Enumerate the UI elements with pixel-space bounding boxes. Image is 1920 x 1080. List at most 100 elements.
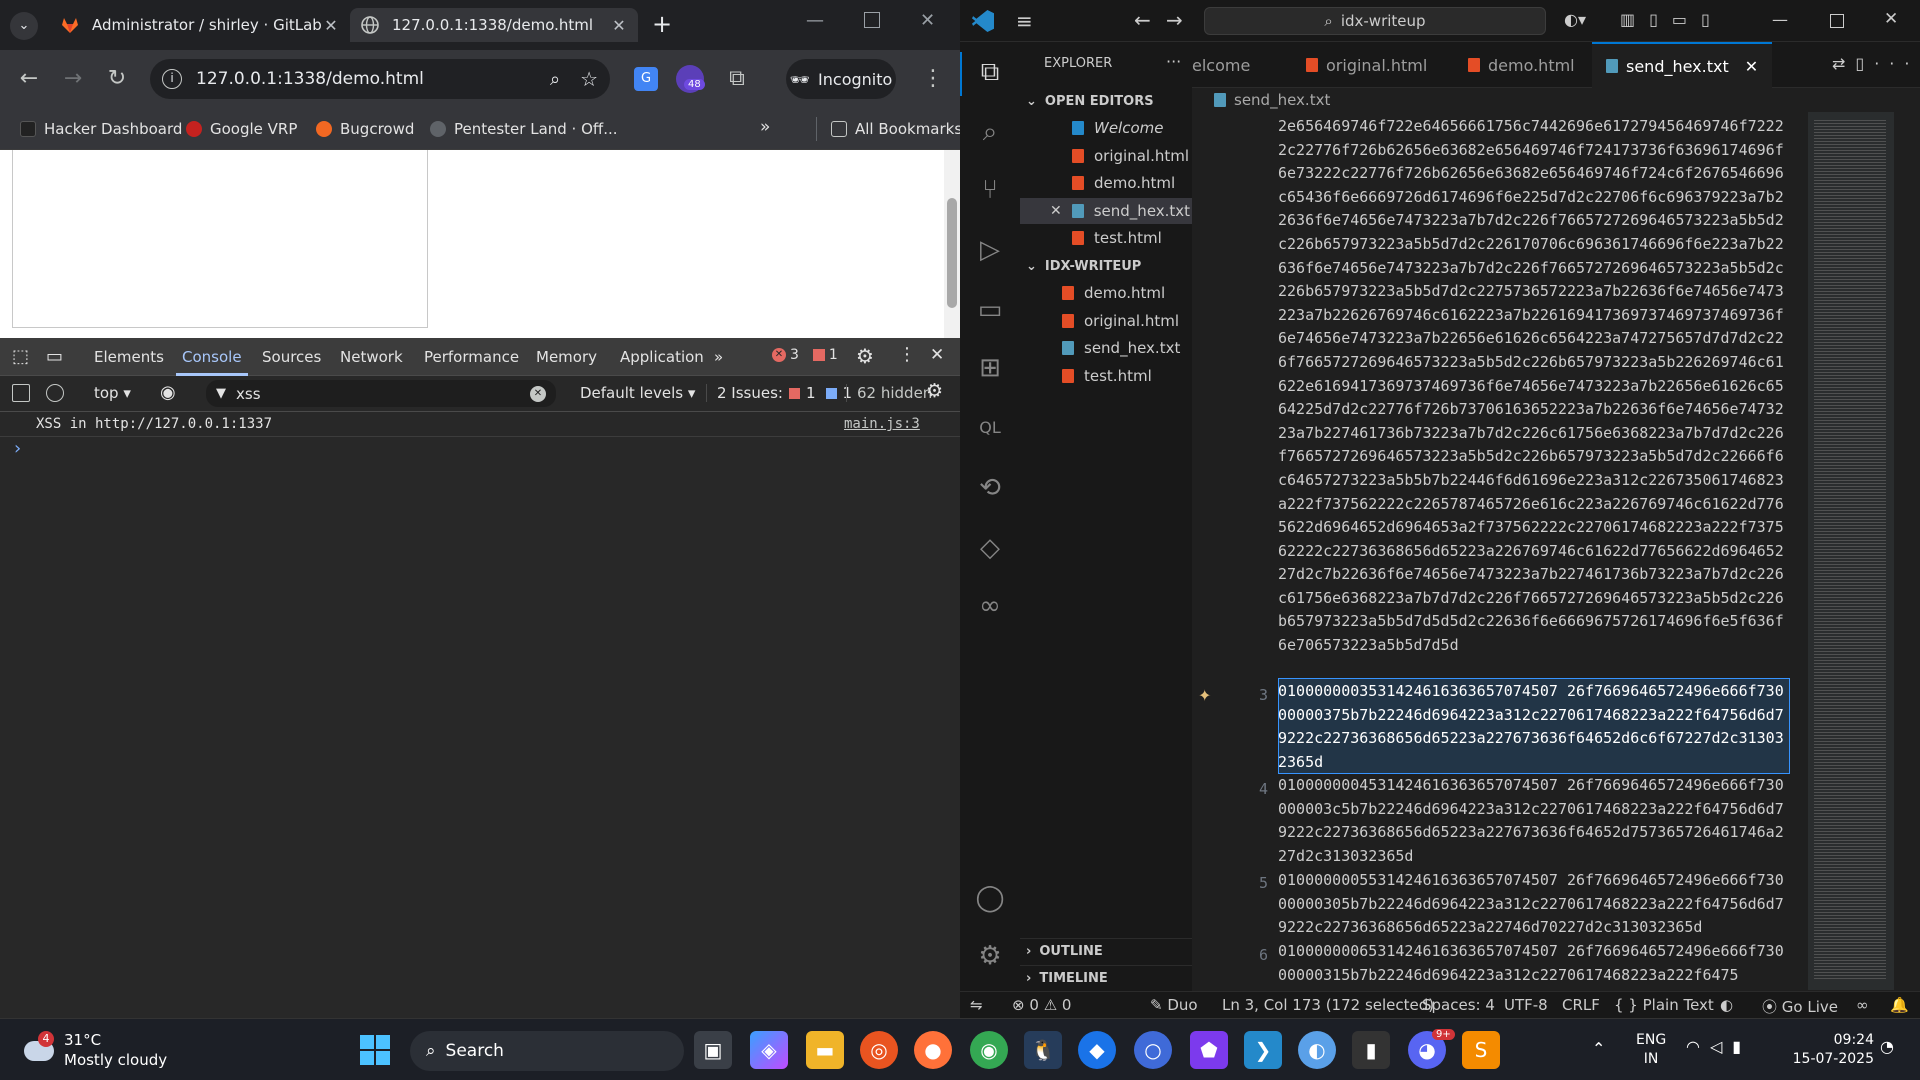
editor-actions[interactable]: ⇄▯···: [1832, 54, 1919, 73]
app-icon[interactable]: ◐: [1298, 1031, 1336, 1069]
forward-icon[interactable]: →: [60, 66, 86, 92]
vscode-taskbar-icon[interactable]: ❯: [1244, 1031, 1282, 1069]
theme-indicator[interactable]: ✎ Duo: [1150, 996, 1198, 1014]
penguin-app-icon[interactable]: 🐧: [1024, 1031, 1062, 1069]
copilot-app-icon[interactable]: ◈: [750, 1031, 788, 1069]
open-editor-demo[interactable]: demo.html: [1020, 170, 1192, 196]
notifications-bell-icon[interactable]: 🔔: [1890, 996, 1909, 1014]
console-settings-gear-icon[interactable]: ⚙: [926, 380, 943, 402]
tab-search-button[interactable]: ⌄: [10, 12, 38, 40]
problems-indicator[interactable]: ⊗ 0 ⚠ 0: [1012, 996, 1071, 1014]
bookmark-hacker-dashboard[interactable]: Hacker Dashboard: [20, 117, 182, 141]
menu-kebab-icon[interactable]: ⋮: [920, 66, 946, 92]
devtools-menu-icon[interactable]: ⋮: [898, 344, 916, 365]
copilot-icon[interactable]: ∞: [1856, 996, 1869, 1014]
open-editor-welcome[interactable]: Welcome: [1020, 115, 1192, 141]
tab-network[interactable]: Network: [340, 348, 403, 366]
tab-performance[interactable]: Performance: [424, 348, 519, 366]
live-expression-eye-icon[interactable]: ◉: [160, 382, 176, 403]
minimize-icon[interactable]: —: [806, 10, 824, 31]
command-center-search[interactable]: ⌕ idx-writeup: [1204, 7, 1546, 35]
tab-gitlab[interactable]: Administrator / shirley · GitLab ✕: [50, 8, 350, 42]
timeline-section[interactable]: › TIMELINE: [1020, 965, 1192, 991]
close-tab-icon[interactable]: ✕: [322, 16, 340, 35]
open-editors-header[interactable]: ⌄ OPEN EDITORS: [1020, 88, 1192, 114]
accounts-icon[interactable]: ◯: [974, 882, 1006, 914]
terminal-icon[interactable]: ▮: [1352, 1031, 1390, 1069]
taskbar-search[interactable]: ⌕ Search: [410, 1031, 684, 1071]
copilot-sparkle-icon[interactable]: ✦: [1198, 686, 1211, 705]
more-views-icon[interactable]: ∞: [974, 590, 1006, 622]
scrollbar-thumb[interactable]: [947, 198, 957, 308]
more-tabs-chevron-icon[interactable]: »: [714, 348, 723, 366]
search-icon[interactable]: ⌕: [974, 116, 1006, 148]
settings-gear-icon[interactable]: ⚙: [856, 344, 874, 368]
encoding[interactable]: UTF-8: [1504, 996, 1548, 1014]
file-send-hex[interactable]: send_hex.txt: [1020, 335, 1192, 361]
go-live-button[interactable]: ⦿ Go Live: [1762, 996, 1838, 1017]
site-info-icon[interactable]: i: [162, 69, 182, 89]
back-icon[interactable]: ←: [16, 66, 42, 92]
cursor-position[interactable]: Ln 3, Col 173 (172 selected): [1222, 996, 1434, 1014]
incognito-indicator[interactable]: 🕶 Incognito: [786, 59, 896, 99]
bookmark-pentester-land[interactable]: Pentester Land · Off...: [430, 117, 618, 141]
extensions-puzzle-icon[interactable]: ⧉: [724, 66, 750, 92]
open-editor-send-hex[interactable]: ✕ send_hex.txt: [1020, 198, 1192, 224]
browser-app-icon[interactable]: ○: [1134, 1031, 1172, 1069]
more-bookmarks-chevron-icon[interactable]: »: [760, 117, 770, 137]
context-select[interactable]: top ▾: [94, 384, 131, 402]
copilot-icon[interactable]: ◐▾: [1564, 10, 1586, 29]
close-devtools-icon[interactable]: ✕: [930, 345, 944, 365]
ubuntu-icon[interactable]: ◎: [860, 1031, 898, 1069]
editor-tab-demo[interactable]: demo.html: [1454, 42, 1589, 88]
indentation[interactable]: Spaces: 4: [1422, 996, 1495, 1014]
sidebar-toggle-icon[interactable]: [12, 384, 30, 402]
inspect-element-icon[interactable]: ⬚: [12, 346, 29, 367]
chrome-icon[interactable]: ◉: [970, 1031, 1008, 1069]
explorer-more-icon[interactable]: ···: [1166, 52, 1181, 71]
clock[interactable]: 09:24 15-07-2025: [1774, 1031, 1874, 1069]
tab-application[interactable]: Application: [620, 348, 704, 366]
all-bookmarks[interactable]: All Bookmarks: [816, 117, 962, 141]
address-bar[interactable]: i 127.0.0.1:1338/demo.html ⌕ ☆: [150, 59, 610, 99]
bookmark-bugcrowd[interactable]: Bugcrowd: [316, 117, 414, 141]
obsidian-icon[interactable]: ⬟: [1190, 1031, 1228, 1069]
close-tab-icon[interactable]: ✕: [610, 16, 628, 35]
log-levels-select[interactable]: Default levels ▾: [580, 384, 695, 402]
clear-console-icon[interactable]: [46, 384, 64, 402]
remote-explorer-icon[interactable]: ▭: [974, 294, 1006, 326]
error-counter[interactable]: ✕ 3 1: [772, 347, 838, 363]
gitlab-workflow-icon[interactable]: ◇: [974, 532, 1006, 564]
codeql-icon[interactable]: QL: [974, 412, 1006, 444]
copilot-status-icon[interactable]: ◐: [1720, 996, 1733, 1014]
end-of-line[interactable]: CRLF: [1562, 996, 1600, 1014]
reload-icon[interactable]: ↻: [104, 66, 130, 92]
file-explorer-icon[interactable]: ▬: [806, 1031, 844, 1069]
start-button-icon[interactable]: [360, 1035, 390, 1065]
language-mode[interactable]: { } Plain Text: [1614, 996, 1714, 1014]
tab-console[interactable]: Console: [182, 348, 242, 366]
file-original[interactable]: original.html: [1020, 308, 1192, 334]
nav-back-icon[interactable]: ←: [1134, 8, 1151, 32]
console-source-link[interactable]: main.js:3: [844, 416, 920, 432]
remote-indicator-icon[interactable]: ⇋: [970, 996, 983, 1014]
outline-section[interactable]: › OUTLINE: [1020, 938, 1192, 964]
maximize-icon[interactable]: [864, 12, 880, 28]
system-tray-icons[interactable]: ◠◁▮: [1686, 1037, 1751, 1056]
new-tab-button[interactable]: +: [652, 10, 672, 38]
notification-center-icon[interactable]: ◔: [1880, 1037, 1894, 1056]
file-test[interactable]: test.html: [1020, 363, 1192, 389]
extensions-icon[interactable]: ⊞: [974, 352, 1006, 384]
editor-tab-send-hex[interactable]: send_hex.txt ✕: [1592, 42, 1773, 88]
source-control-icon[interactable]: ⑂: [974, 174, 1006, 206]
tab-demo[interactable]: 127.0.0.1:1338/demo.html ✕: [350, 8, 638, 42]
run-debug-icon[interactable]: ▷: [974, 234, 1006, 266]
file-demo[interactable]: demo.html: [1020, 280, 1192, 306]
nav-forward-icon[interactable]: →: [1166, 8, 1183, 32]
clear-filter-icon[interactable]: ✕: [530, 385, 546, 402]
breadcrumb[interactable]: send_hex.txt: [1192, 88, 1920, 112]
tab-memory[interactable]: Memory: [536, 348, 597, 366]
sublime-icon[interactable]: S: [1462, 1031, 1500, 1069]
burp-icon[interactable]: ◆: [1078, 1031, 1116, 1069]
close-window-icon[interactable]: ✕: [920, 10, 935, 31]
